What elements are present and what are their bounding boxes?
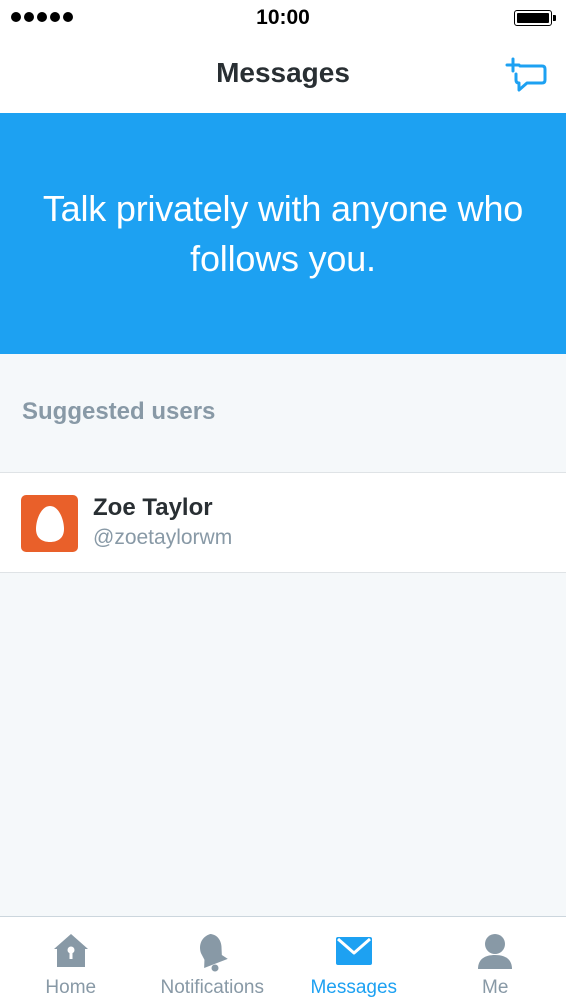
- user-name: Zoe Taylor: [93, 494, 213, 521]
- user-handle: @zoetaylorwm: [93, 526, 233, 549]
- tab-messages[interactable]: Messages: [283, 917, 425, 1004]
- new-message-icon: [505, 57, 547, 92]
- banner-text: Talk privately with anyone who follows y…: [42, 187, 524, 279]
- suggested-user-row[interactable]: Zoe Taylor @zoetaylorwm: [0, 472, 566, 573]
- home-icon: [53, 934, 88, 967]
- suggested-users-header: Suggested users: [22, 398, 216, 425]
- tab-home-label: Home: [45, 977, 97, 998]
- tab-me[interactable]: Me: [425, 917, 566, 1004]
- tab-notifications-label: Notifications: [160, 977, 265, 998]
- new-message-button[interactable]: [504, 56, 548, 96]
- status-bar: 10:00: [0, 0, 566, 40]
- person-icon: [478, 934, 513, 969]
- avatar: [21, 495, 78, 552]
- egg-avatar-icon: [35, 505, 64, 542]
- status-time: 10:00: [256, 6, 310, 29]
- tab-notifications[interactable]: Notifications: [142, 917, 284, 1004]
- page-title: Messages: [216, 57, 350, 88]
- envelope-icon: [335, 937, 372, 965]
- tab-bar: Home Notifications Messages Me: [0, 916, 566, 1004]
- tab-home[interactable]: Home: [0, 917, 142, 1004]
- empty-state-banner: Talk privately with anyone who follows y…: [0, 113, 566, 354]
- bell-icon: [200, 933, 229, 972]
- tab-me-label: Me: [482, 977, 509, 998]
- battery-icon: [514, 10, 556, 26]
- tab-messages-label: Messages: [310, 977, 398, 998]
- navigation-bar: Messages: [0, 40, 566, 113]
